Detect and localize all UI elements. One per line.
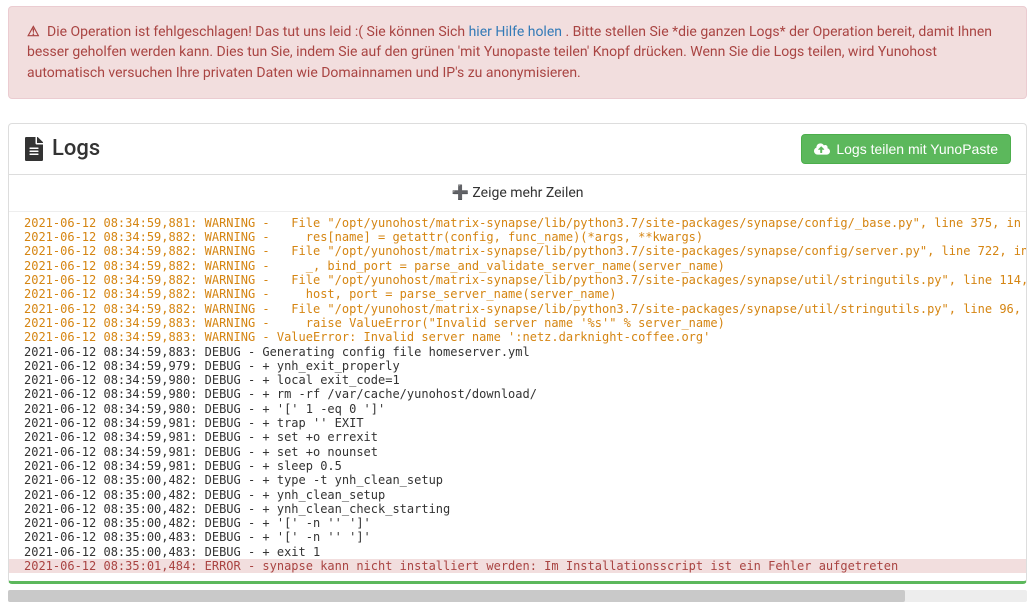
log-line: 2021-06-12 08:34:59,882: WARNING - File … — [9, 244, 1026, 258]
help-link[interactable]: hier Hilfe holen — [469, 24, 562, 40]
log-line: 2021-06-12 08:34:59,883: DEBUG - Generat… — [9, 345, 1026, 359]
log-line: 2021-06-12 08:34:59,882: WARNING - res[n… — [9, 230, 1026, 244]
log-line: 2021-06-12 08:35:00,482: DEBUG - + ynh_c… — [9, 488, 1026, 502]
log-line: 2021-06-12 08:34:59,980: DEBUG - + local… — [9, 373, 1026, 387]
alert-prefix: Die Operation ist fehlgeschlagen! Das tu… — [47, 24, 469, 40]
log-line: 2021-06-12 08:34:59,980: DEBUG - + rm -r… — [9, 387, 1026, 401]
log-line: 2021-06-12 08:35:00,482: DEBUG - + type … — [9, 473, 1026, 487]
log-line: 2021-06-12 08:34:59,981: DEBUG - + set +… — [9, 430, 1026, 444]
logs-panel: Logs Logs teilen mit YunoPaste ➕ Zeige m… — [8, 123, 1027, 584]
show-more-label: Zeige mehr Zeilen — [472, 185, 583, 201]
log-line: 2021-06-12 08:35:00,483: DEBUG - + '[' -… — [9, 530, 1026, 544]
log-line: 2021-06-12 08:34:59,981: DEBUG - + sleep… — [9, 459, 1026, 473]
log-line: 2021-06-12 08:35:01,484: ERROR - synapse… — [9, 559, 1026, 573]
log-line: 2021-06-12 08:35:00,482: DEBUG - + ynh_c… — [9, 502, 1026, 516]
horizontal-scrollbar[interactable] — [8, 590, 1027, 602]
log-line: 2021-06-12 08:34:59,981: DEBUG - + trap … — [9, 416, 1026, 430]
log-line: 2021-06-12 08:35:00,483: DEBUG - + exit … — [9, 545, 1026, 559]
plus-icon: ➕ — [451, 185, 468, 201]
exclamation-icon: ⚠ — [27, 24, 40, 40]
cloud-upload-icon — [814, 142, 830, 156]
panel-heading: Logs Logs teilen mit YunoPaste — [9, 124, 1026, 175]
show-more-lines[interactable]: ➕ Zeige mehr Zeilen — [9, 175, 1026, 212]
panel-title: Logs — [52, 136, 100, 161]
error-alert: ⚠ Die Operation ist fehlgeschlagen! Das … — [8, 6, 1027, 99]
log-line: 2021-06-12 08:34:59,882: WARNING - host,… — [9, 287, 1026, 301]
log-line: 2021-06-12 08:34:59,883: WARNING - Value… — [9, 330, 1026, 344]
log-body: 2021-06-12 08:34:59,881: WARNING - File … — [9, 212, 1026, 581]
share-logs-label: Logs teilen mit YunoPaste — [836, 141, 998, 157]
share-logs-button[interactable]: Logs teilen mit YunoPaste — [801, 134, 1011, 164]
log-line: 2021-06-12 08:34:59,882: WARNING - _, bi… — [9, 259, 1026, 273]
scrollbar-thumb[interactable] — [8, 590, 905, 602]
file-icon — [24, 137, 44, 161]
log-line: 2021-06-12 08:34:59,882: WARNING - File … — [9, 273, 1026, 287]
log-line: 2021-06-12 08:34:59,981: DEBUG - + set +… — [9, 445, 1026, 459]
log-line: 2021-06-12 08:34:59,980: DEBUG - + '[' 1… — [9, 402, 1026, 416]
log-line: 2021-06-12 08:34:59,979: DEBUG - + ynh_e… — [9, 359, 1026, 373]
log-line: 2021-06-12 08:34:59,882: WARNING - File … — [9, 302, 1026, 316]
log-line: 2021-06-12 08:34:59,883: WARNING - raise… — [9, 316, 1026, 330]
panel-title-wrap: Logs — [24, 136, 100, 161]
log-line: 2021-06-12 08:34:59,881: WARNING - File … — [9, 216, 1026, 230]
log-line: 2021-06-12 08:35:00,482: DEBUG - + '[' -… — [9, 516, 1026, 530]
